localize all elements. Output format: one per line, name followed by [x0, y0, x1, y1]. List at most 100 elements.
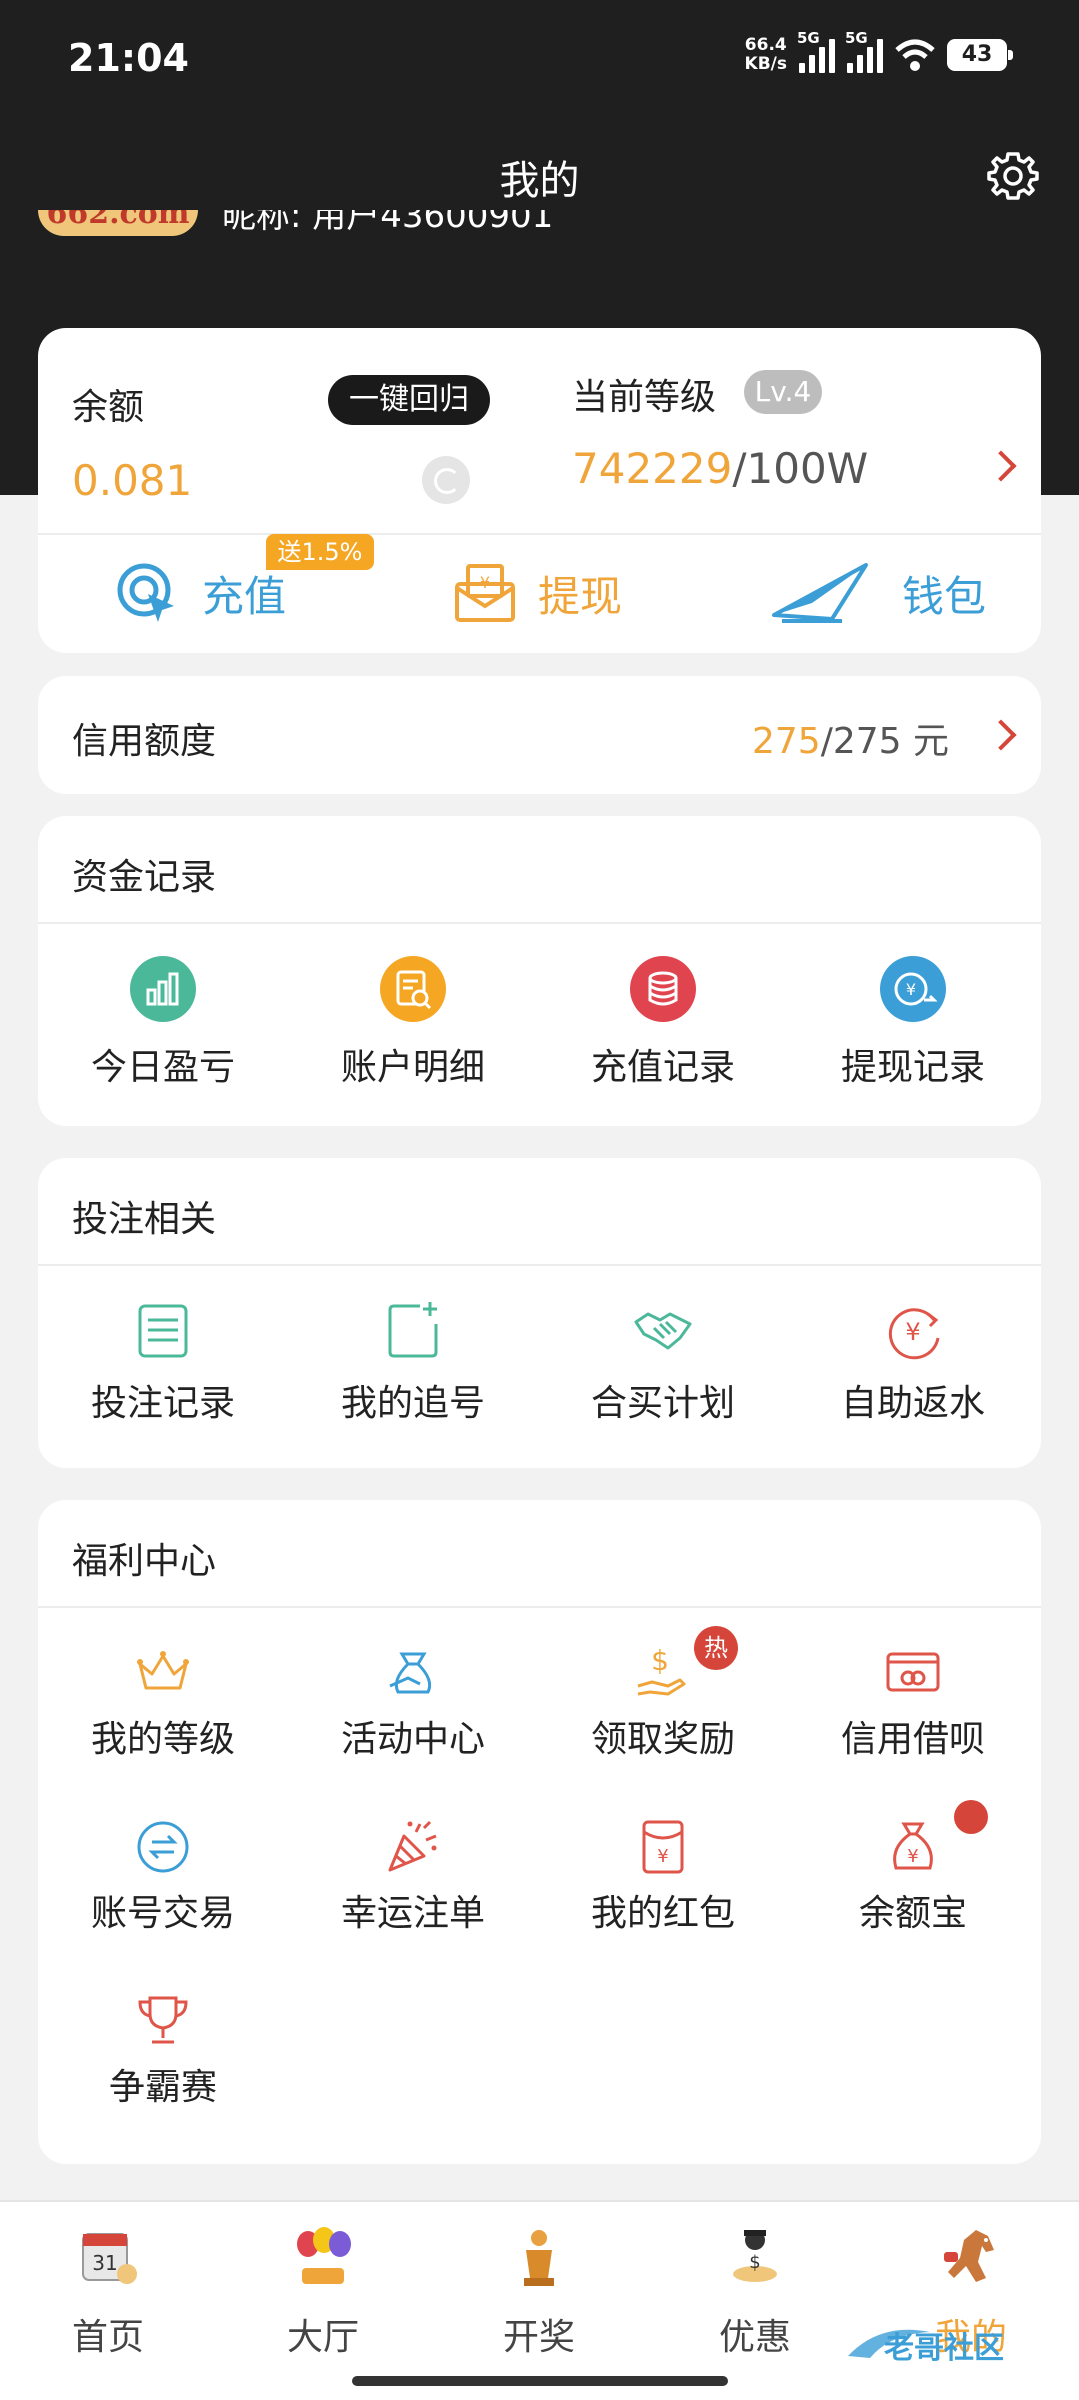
battery-icon: 43 — [947, 39, 1013, 71]
money-bag-icon: ¥ — [893, 1822, 933, 1870]
tab-lottery-results[interactable]: 开奖 — [469, 2222, 609, 2360]
signal-1-icon: 5G — [797, 29, 835, 73]
grid-item-today-pnl[interactable]: 今日盈亏 — [38, 942, 288, 1114]
grid-item-group-buy[interactable]: 合买计划 — [538, 1284, 788, 1456]
home-indicator[interactable] — [352, 2376, 728, 2386]
grid-item-tournament[interactable]: 争霸赛 — [38, 1974, 288, 2148]
grid-item-account-details[interactable]: 账户明细 — [288, 942, 538, 1114]
level-label: 当前等级 — [572, 377, 717, 418]
recall-all-button[interactable]: 一键回归 — [328, 375, 490, 425]
svg-text:¥: ¥ — [906, 980, 916, 999]
status-icons: 66.4 KB/s 5G 5G 43 — [744, 29, 1013, 74]
grid-item-recharge-records[interactable]: 充值记录 — [538, 942, 788, 1114]
grid-item-my-chase[interactable]: 我的追号 — [288, 1284, 538, 1456]
hot-badge: 热 — [694, 1626, 738, 1670]
dollar-hand-icon: $ — [637, 1644, 686, 1696]
yen-refresh-icon: ¥ — [888, 1308, 940, 1360]
tab-lobby[interactable]: 大厅 — [253, 2222, 393, 2360]
bet-related-section: 投注相关 投注记录 我的追号 合买计划 ¥ 自助返水 — [38, 1158, 1041, 1468]
page-title: 我的 — [499, 158, 580, 204]
grid-item-yue-bao[interactable]: ¥ 余额宝 — [788, 1800, 1038, 1974]
balance-value: 0.081 — [72, 456, 193, 505]
grid-item-withdraw-records[interactable]: ¥ 提现记录 — [788, 942, 1038, 1114]
balance-card: 余额 一键回归 0.081 当前等级 Lv.4 742229/100W 充值 送… — [38, 328, 1041, 653]
grid-item-lucky-bet[interactable]: 幸运注单 — [288, 1800, 538, 1974]
divider — [38, 922, 1041, 924]
credit-label: 信用额度 — [72, 721, 217, 762]
withdraw-button[interactable]: ¥ 提现 — [452, 548, 622, 638]
site-logo: 662.com — [38, 210, 198, 236]
notification-dot — [954, 1800, 988, 1834]
net-speed: 66.4 KB/s — [744, 35, 787, 74]
withdraw-envelope-icon: ¥ — [455, 564, 515, 622]
signal-2-icon: 5G — [845, 29, 883, 73]
withdraw-label: 提现 — [538, 571, 623, 621]
section-title: 福利中心 — [72, 1541, 217, 1582]
wallet-button[interactable]: 钱包 — [772, 548, 986, 638]
balloons-icon — [297, 2227, 351, 2284]
credit-limit-row[interactable]: 信用额度 275/275 元 — [38, 676, 1041, 794]
crown-icon — [137, 1651, 189, 1690]
chevron-right-icon[interactable] — [985, 450, 1017, 482]
level-badge: Lv.4 — [744, 370, 822, 414]
fund-records-section: 资金记录 今日盈亏 账户明细 充值记录 ¥ 提现记录 — [38, 816, 1041, 1126]
add-note-icon — [388, 1302, 438, 1358]
wifi-icon — [895, 39, 935, 71]
recharge-button[interactable]: 充值 — [112, 548, 286, 638]
red-envelope-icon: ¥ — [642, 1820, 684, 1874]
grid-item-account-trade[interactable]: 账号交易 — [38, 1800, 288, 1974]
svg-text:老哥社区: 老哥社区 — [884, 2331, 1004, 2366]
recharge-label: 充值 — [202, 571, 287, 621]
svg-text:¥: ¥ — [480, 573, 490, 592]
svg-text:¥: ¥ — [907, 1846, 918, 1867]
balance-label: 余额 — [72, 387, 145, 428]
grid-item-activity-center[interactable]: 活动中心 — [288, 1626, 538, 1800]
party-popper-icon — [388, 1820, 437, 1872]
grid-item-bet-records[interactable]: 投注记录 — [38, 1284, 288, 1456]
grid-item-claim-rewards[interactable]: $ 热 领取奖励 — [538, 1626, 788, 1800]
recharge-bonus-badge: 送1.5% — [266, 534, 374, 570]
tab-home[interactable]: 31 首页 — [38, 2222, 178, 2360]
coins-icon — [630, 956, 696, 1022]
tab-promotions[interactable]: $ 优惠 — [685, 2222, 825, 2360]
bar-chart-icon — [130, 956, 196, 1022]
section-title: 投注相关 — [72, 1199, 217, 1240]
credit-card-icon — [886, 1652, 940, 1692]
gear-icon[interactable] — [985, 148, 1041, 204]
community-watermark: 老哥社区 — [848, 2329, 1004, 2366]
divider — [38, 1606, 1041, 1608]
refresh-icon[interactable] — [422, 456, 470, 504]
chevron-right-icon[interactable] — [985, 719, 1017, 751]
horse-icon — [944, 2230, 994, 2282]
yen-transfer-icon: ¥ — [880, 956, 946, 1022]
divider — [38, 1264, 1041, 1266]
status-bar: 21:04 66.4 KB/s 5G 5G 43 — [0, 0, 1079, 120]
gift-bag-icon — [389, 1652, 432, 1694]
section-title: 资金记录 — [72, 857, 217, 898]
handshake-icon — [634, 1312, 692, 1350]
nickname: 昵称: 用户43600901 — [222, 210, 554, 236]
exchange-icon — [137, 1821, 189, 1873]
svg-text:$: $ — [749, 2252, 760, 2273]
grid-item-credit-loan[interactable]: 信用借呗 — [788, 1626, 1038, 1800]
divider — [38, 533, 1041, 535]
svg-text:¥: ¥ — [657, 1846, 668, 1867]
svg-text:¥: ¥ — [905, 1318, 920, 1346]
status-time: 21:04 — [68, 36, 189, 80]
profile-row: 662.com 昵称: 用户43600901 — [0, 210, 1079, 260]
grid-item-my-red-envelope[interactable]: ¥ 我的红包 — [538, 1800, 788, 1974]
level-progress[interactable]: 742229/100W — [572, 444, 868, 493]
money-stack-icon: $ — [733, 2230, 777, 2282]
recharge-icon — [117, 563, 174, 622]
grid-item-my-level[interactable]: 我的等级 — [38, 1626, 288, 1800]
grid-item-self-rebate[interactable]: ¥ 自助返水 — [788, 1284, 1038, 1456]
calendar-home-icon: 31 — [82, 2233, 137, 2284]
paper-plane-icon — [772, 563, 868, 623]
list-icon — [138, 1304, 188, 1358]
svg-text:$: $ — [651, 1644, 669, 1677]
svg-text:31: 31 — [92, 2251, 117, 2275]
welfare-center-section: 福利中心 我的等级 活动中心 $ 热 领取奖励 信用借呗 账号交易 幸运注单 ¥… — [38, 1500, 1041, 2164]
credit-value: 275/275 元 — [751, 721, 949, 762]
wallet-label: 钱包 — [902, 571, 987, 621]
trophy-icon — [138, 1996, 188, 2044]
